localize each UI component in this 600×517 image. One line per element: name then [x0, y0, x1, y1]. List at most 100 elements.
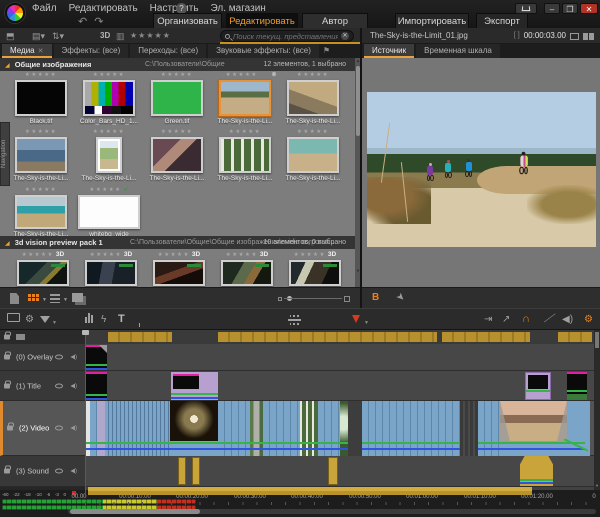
thumbnail-sky-limit[interactable] — [219, 137, 271, 173]
timeline-vscrollbar[interactable]: ▼ — [594, 330, 600, 490]
razor-split-icon[interactable]: ／ — [543, 312, 556, 326]
rating-stars[interactable]: ★★★★★ — [76, 128, 142, 136]
sound-clip[interactable] — [192, 457, 200, 485]
rating-stars[interactable]: ★★★★★3D — [284, 251, 346, 259]
tab-organize[interactable]: Организовать — [153, 13, 222, 28]
sound-clip[interactable] — [328, 457, 338, 485]
media-item[interactable]: ★★★★★✔ whitebg_wide — [76, 186, 142, 238]
rating-stars[interactable]: ★★★★★⊗ — [212, 71, 278, 79]
marker-flag-icon[interactable] — [352, 315, 360, 323]
thumbnail-zoom-slider[interactable] — [278, 296, 350, 302]
search-input[interactable] — [230, 32, 341, 41]
thumbnail-3d-preview[interactable] — [289, 260, 341, 286]
volume-keyframe-line[interactable] — [85, 442, 585, 444]
tab-author[interactable]: Автор — [302, 13, 368, 28]
track-header-overlay[interactable]: (0) Overlay ◀) — [0, 344, 85, 371]
lock-icon[interactable] — [4, 335, 10, 340]
eye-visibility-icon[interactable] — [55, 426, 63, 431]
dual-monitor-icon[interactable] — [583, 33, 594, 40]
undo-icon[interactable]: ↶ — [78, 15, 87, 28]
back-film-icon[interactable]: ⬒ — [6, 31, 15, 41]
rating-stars[interactable]: ★★★★★3D — [80, 251, 142, 259]
filter-3d-label[interactable]: 3D — [100, 31, 110, 40]
track-header-title[interactable]: (1) Title ◀) — [0, 371, 85, 401]
group-header-3d-pack[interactable]: ◢ 3d vision preview pack 1 C:\Пользовате… — [0, 236, 356, 249]
rating-stars[interactable]: ★★★★★ — [8, 71, 74, 79]
speaker-icon[interactable]: ◀) — [70, 468, 77, 475]
menu-file[interactable]: Файл — [32, 3, 57, 14]
thumbnail-sky-limit[interactable] — [15, 195, 67, 229]
rating-filter-stars[interactable]: ★★★★★ — [130, 31, 171, 40]
overlay-track[interactable] — [85, 344, 594, 371]
thumbnail-3d-preview[interactable] — [85, 260, 137, 286]
effects-wand-icon[interactable]: ϟ — [101, 313, 106, 326]
rating-stars[interactable]: ★★★★★ — [144, 71, 210, 79]
overlay-clip[interactable] — [85, 345, 107, 370]
media-item[interactable]: ★★★★★ Black.tif — [8, 71, 74, 125]
navigation-side-tab[interactable]: Navigation — [0, 122, 10, 186]
title-clip[interactable] — [85, 372, 107, 400]
wrench-settings-icon[interactable]: ⚙ — [584, 313, 593, 326]
zoom-max-icon[interactable] — [344, 296, 350, 302]
thumbnail-sky-limit[interactable] — [287, 80, 339, 116]
thumbnail-green[interactable] — [151, 80, 203, 116]
thumbnail-colorbars[interactable] — [83, 80, 135, 116]
eye-visibility-icon[interactable] — [55, 469, 63, 474]
lock-icon[interactable] — [4, 355, 10, 360]
preview-viewport[interactable] — [362, 58, 600, 287]
pin-tab-icon[interactable]: ⚑ — [323, 44, 330, 58]
speaker-icon[interactable]: ◀) — [70, 425, 77, 432]
media-item[interactable]: ★★★★★ The-Sky-is-the-Li... — [8, 128, 74, 182]
view-caret-icon[interactable]: ▼ — [42, 297, 47, 303]
collapse-arrow-icon[interactable]: ◢ — [5, 63, 10, 69]
media-item-selected[interactable]: ★★★★★⊗ The-Sky-is-the-Li... — [212, 71, 278, 125]
marker-segment[interactable] — [218, 332, 437, 342]
media-item[interactable]: ★★★★★ The-Sky-is-the-Li... — [76, 128, 142, 182]
marker-segment[interactable] — [108, 332, 172, 342]
tab-timeline-view[interactable]: Временная шкала — [416, 44, 500, 58]
minimize-button[interactable]: – — [544, 3, 560, 14]
speaker-icon[interactable]: ◀) — [70, 382, 77, 389]
tab-source[interactable]: Источник — [364, 44, 414, 58]
thumbnail-3d-preview[interactable] — [153, 260, 205, 286]
title-tool-icon[interactable]: T — [118, 313, 125, 326]
thumbnail-sky-limit-selected[interactable] — [219, 80, 271, 116]
thumbnail-black[interactable] — [15, 80, 67, 116]
playhead[interactable] — [85, 330, 86, 497]
rating-stars[interactable]: ★★★★★ — [212, 128, 278, 136]
redo-icon[interactable]: ↷ — [94, 15, 103, 28]
deselect-icon[interactable]: ⊗ — [271, 71, 278, 79]
rating-stars[interactable]: ★★★★★ — [280, 128, 346, 136]
media-item[interactable]: ★★★★★ The-Sky-is-the-Li... — [144, 128, 210, 182]
tab-media[interactable]: Медиа✕ — [2, 44, 52, 58]
thumbnail-sky-limit-portrait[interactable] — [96, 137, 122, 173]
title-track[interactable] — [85, 371, 594, 401]
view-list-icon[interactable]: ▤▾ — [32, 31, 45, 41]
tab-close-icon[interactable]: ✕ — [38, 48, 44, 55]
maximize-button[interactable]: ❐ — [562, 3, 578, 14]
marker-caret-icon[interactable]: ▼ — [364, 317, 369, 330]
send-arrow-icon[interactable]: ➤ — [393, 291, 407, 305]
rating-stars[interactable]: ★★★★★ — [144, 128, 210, 136]
media-item[interactable]: ★★★★★ The-Sky-is-the-Li... — [280, 128, 346, 182]
stack-icon[interactable]: ▥ — [116, 31, 125, 42]
media-item[interactable]: ★★★★★ Green.tif — [144, 71, 210, 125]
audio-scrub-icon[interactable]: ◀) — [562, 313, 573, 326]
details-view-icon[interactable] — [50, 294, 60, 303]
scroll-down-icon[interactable]: ▼ — [594, 483, 600, 488]
film-icon[interactable] — [288, 315, 301, 325]
thumbnail-whitebg[interactable] — [78, 195, 140, 229]
timeline-gap[interactable] — [348, 401, 362, 456]
thumbnail-view-icon[interactable] — [28, 294, 39, 301]
file-info-icon[interactable] — [10, 293, 19, 304]
b-roll-button[interactable]: B — [372, 292, 379, 303]
scenes-icon[interactable] — [72, 293, 83, 302]
timeline-settings-gear-icon[interactable]: ⚙ — [25, 313, 34, 326]
send-to-timeline-icon[interactable]: ↗ — [502, 313, 510, 326]
tab-effects[interactable]: Эффекты: (все) — [54, 44, 129, 58]
fullscreen-icon[interactable] — [570, 33, 579, 40]
thumbnail-sky-limit[interactable] — [151, 137, 203, 173]
tab-export[interactable]: Экспорт — [476, 13, 528, 28]
tab-sound-effects[interactable]: Звуковые эффекты: (все) — [208, 44, 319, 58]
media-item[interactable]: ★★★★★3D — [80, 251, 142, 286]
